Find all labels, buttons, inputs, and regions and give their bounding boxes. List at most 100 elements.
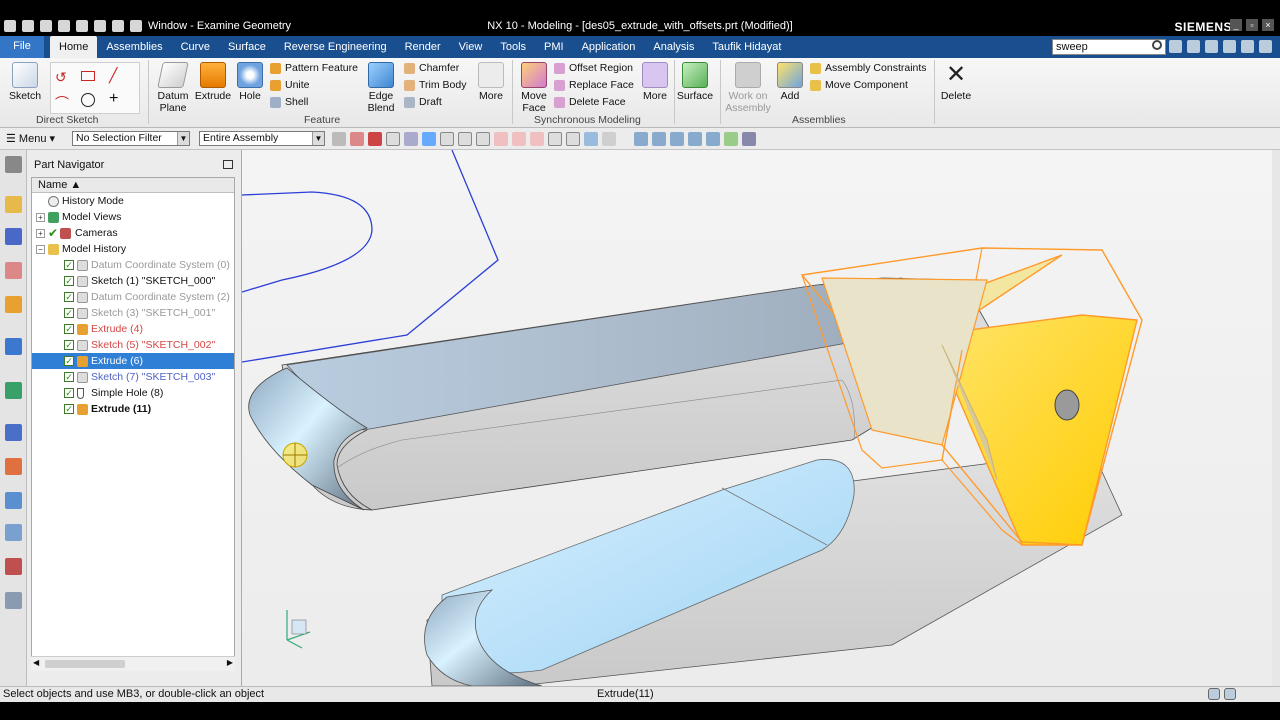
settings-icon[interactable] [1187,40,1200,53]
tree-row-feature[interactable]: ✓ Sketch (7) "SKETCH_003" [32,369,234,385]
tab-curve[interactable]: Curve [172,36,219,58]
arc-icon[interactable]: ⌒ [55,93,69,113]
rotate-icon[interactable] [670,132,684,146]
tab-pmi[interactable]: PMI [535,36,573,58]
status-fullscreen-icon[interactable] [1208,688,1220,700]
system-scenes-icon[interactable] [5,592,22,609]
visibility-checkbox[interactable]: ✓ [64,340,74,350]
delete-button[interactable]: ✕ Delete [938,62,974,103]
shell-button[interactable]: Shell [270,96,308,108]
snap-on-surface-icon[interactable] [584,132,598,146]
status-window-icon[interactable] [1224,688,1236,700]
model-view[interactable] [242,150,1280,686]
tab-reverse-engineering[interactable]: Reverse Engineering [275,36,396,58]
snap-endpoint-icon[interactable] [440,132,454,146]
unite-button[interactable]: Unite [270,79,310,91]
snap-on-curve-icon[interactable] [566,132,580,146]
process-studio-icon[interactable] [5,492,22,509]
face-select-icon[interactable] [404,132,418,146]
tree-row-feature[interactable]: ✓ Datum Coordinate System (0) [32,257,234,273]
sketch-button[interactable]: Sketch [6,62,44,102]
ribbon-close-icon[interactable] [1259,40,1272,53]
tab-analysis[interactable]: Analysis [644,36,703,58]
tab-surface[interactable]: Surface [219,36,275,58]
system-materials-icon[interactable] [5,458,22,475]
assembly-constraints-button[interactable]: Assembly Constraints [810,62,927,74]
shading-icon[interactable] [724,132,738,146]
graphics-window[interactable] [242,150,1280,686]
manufacturing-wizards-icon[interactable] [5,524,22,541]
visibility-checkbox[interactable]: ✓ [64,388,74,398]
tab-assemblies[interactable]: Assemblies [97,36,171,58]
work-on-assembly-button[interactable]: Work on Assembly [724,62,772,114]
tree-row-model-history[interactable]: − Model History [32,241,234,257]
body-select-icon[interactable] [422,132,436,146]
tab-view[interactable]: View [450,36,492,58]
hole-button[interactable]: Hole [234,62,266,102]
hd3d-tools-icon[interactable] [5,338,22,355]
graphics-vertical-scrollbar[interactable] [1272,150,1280,686]
tree-row-feature[interactable]: ✓ Extrude (11) [32,401,234,417]
tree-row-feature[interactable]: ✓ Sketch (1) "SKETCH_000" [32,273,234,289]
web-browser-icon[interactable] [5,382,22,399]
general-selection-icon[interactable] [332,132,346,146]
menu-button[interactable]: ☰ Menu ▾ [6,132,55,145]
snap-midpoint-icon[interactable] [458,132,472,146]
more-sync-button[interactable]: More [640,62,670,102]
visibility-checkbox[interactable]: ✓ [64,292,74,302]
offset-region-button[interactable]: Offset Region [554,62,633,74]
navigator-restore-icon[interactable] [223,160,233,169]
snap-existing-point-icon[interactable] [548,132,562,146]
surface-button[interactable]: Surface [676,62,714,102]
trim-body-button[interactable]: Trim Body [404,79,466,91]
visibility-checkbox[interactable]: ✓ [64,260,74,270]
tab-application[interactable]: Application [573,36,645,58]
tree-row-feature[interactable]: ✓ Sketch (5) "SKETCH_002" [32,337,234,353]
profile-icon[interactable]: ↺ [55,69,67,86]
tree-row-feature[interactable]: ✓ Datum Coordinate System (2) [32,289,234,305]
selection-filter-dropdown[interactable]: No Selection Filter ▼ [72,131,190,146]
replace-face-button[interactable]: Replace Face [554,79,634,91]
fit-screen-icon[interactable] [1169,40,1182,53]
tab-user[interactable]: Taufik Hidayat [703,36,790,58]
file-tab[interactable]: File [0,36,44,58]
rectangle-icon[interactable] [81,71,95,81]
navigator-horizontal-scrollbar[interactable]: ◀ ▶ [31,656,235,671]
minimize-icon[interactable]: _ [1230,19,1242,31]
render-style-icon[interactable] [706,132,720,146]
visibility-checkbox[interactable]: ✓ [64,308,74,318]
visibility-checkbox[interactable]: ✓ [64,404,74,414]
tree-row-feature[interactable]: ✓ Extrude (4) [32,321,234,337]
assembly-navigator-icon[interactable] [5,196,22,213]
selection-scope-dropdown[interactable]: Entire Assembly ▼ [199,131,325,146]
snap-quadrant-icon[interactable] [530,132,544,146]
command-search-input[interactable]: sweep [1052,39,1166,55]
expand-icon[interactable]: + [36,229,45,238]
scrollbar-thumb[interactable] [45,660,125,668]
tree-row-feature-selected[interactable]: ✓ Extrude (6) [32,353,234,369]
tree-row-feature[interactable]: ✓ Sketch (3) "SKETCH_001" [32,305,234,321]
close-icon[interactable]: × [1262,19,1274,31]
line-icon[interactable]: ╱ [109,67,117,84]
tree-row-model-views[interactable]: + Model Views [32,209,234,225]
roles-icon[interactable] [5,558,22,575]
delete-face-button[interactable]: Delete Face [554,96,626,108]
tree-row-feature[interactable]: ✓ Simple Hole (8) [32,385,234,401]
part-navigator-icon[interactable] [5,262,22,279]
search-icon[interactable] [1152,40,1162,50]
tree-row-history-mode[interactable]: History Mode [32,193,234,209]
visibility-checkbox[interactable]: ✓ [64,356,74,366]
scroll-left-icon[interactable]: ◀ [33,658,39,667]
visibility-checkbox[interactable]: ✓ [64,372,74,382]
more-feature-button[interactable]: More [476,62,506,102]
snap-intersection-icon[interactable] [494,132,508,146]
scroll-right-icon[interactable]: ▶ [227,658,233,667]
snap-arc-center-icon[interactable] [512,132,526,146]
column-header-name[interactable]: Name ▲ [32,178,234,193]
move-component-button[interactable]: Move Component [810,79,908,91]
point-icon[interactable]: + [109,90,118,108]
tab-tools[interactable]: Tools [491,36,535,58]
selection-intent-icon[interactable] [350,132,364,146]
move-face-button[interactable]: Move Face [516,62,552,114]
visibility-icon[interactable] [742,132,756,146]
